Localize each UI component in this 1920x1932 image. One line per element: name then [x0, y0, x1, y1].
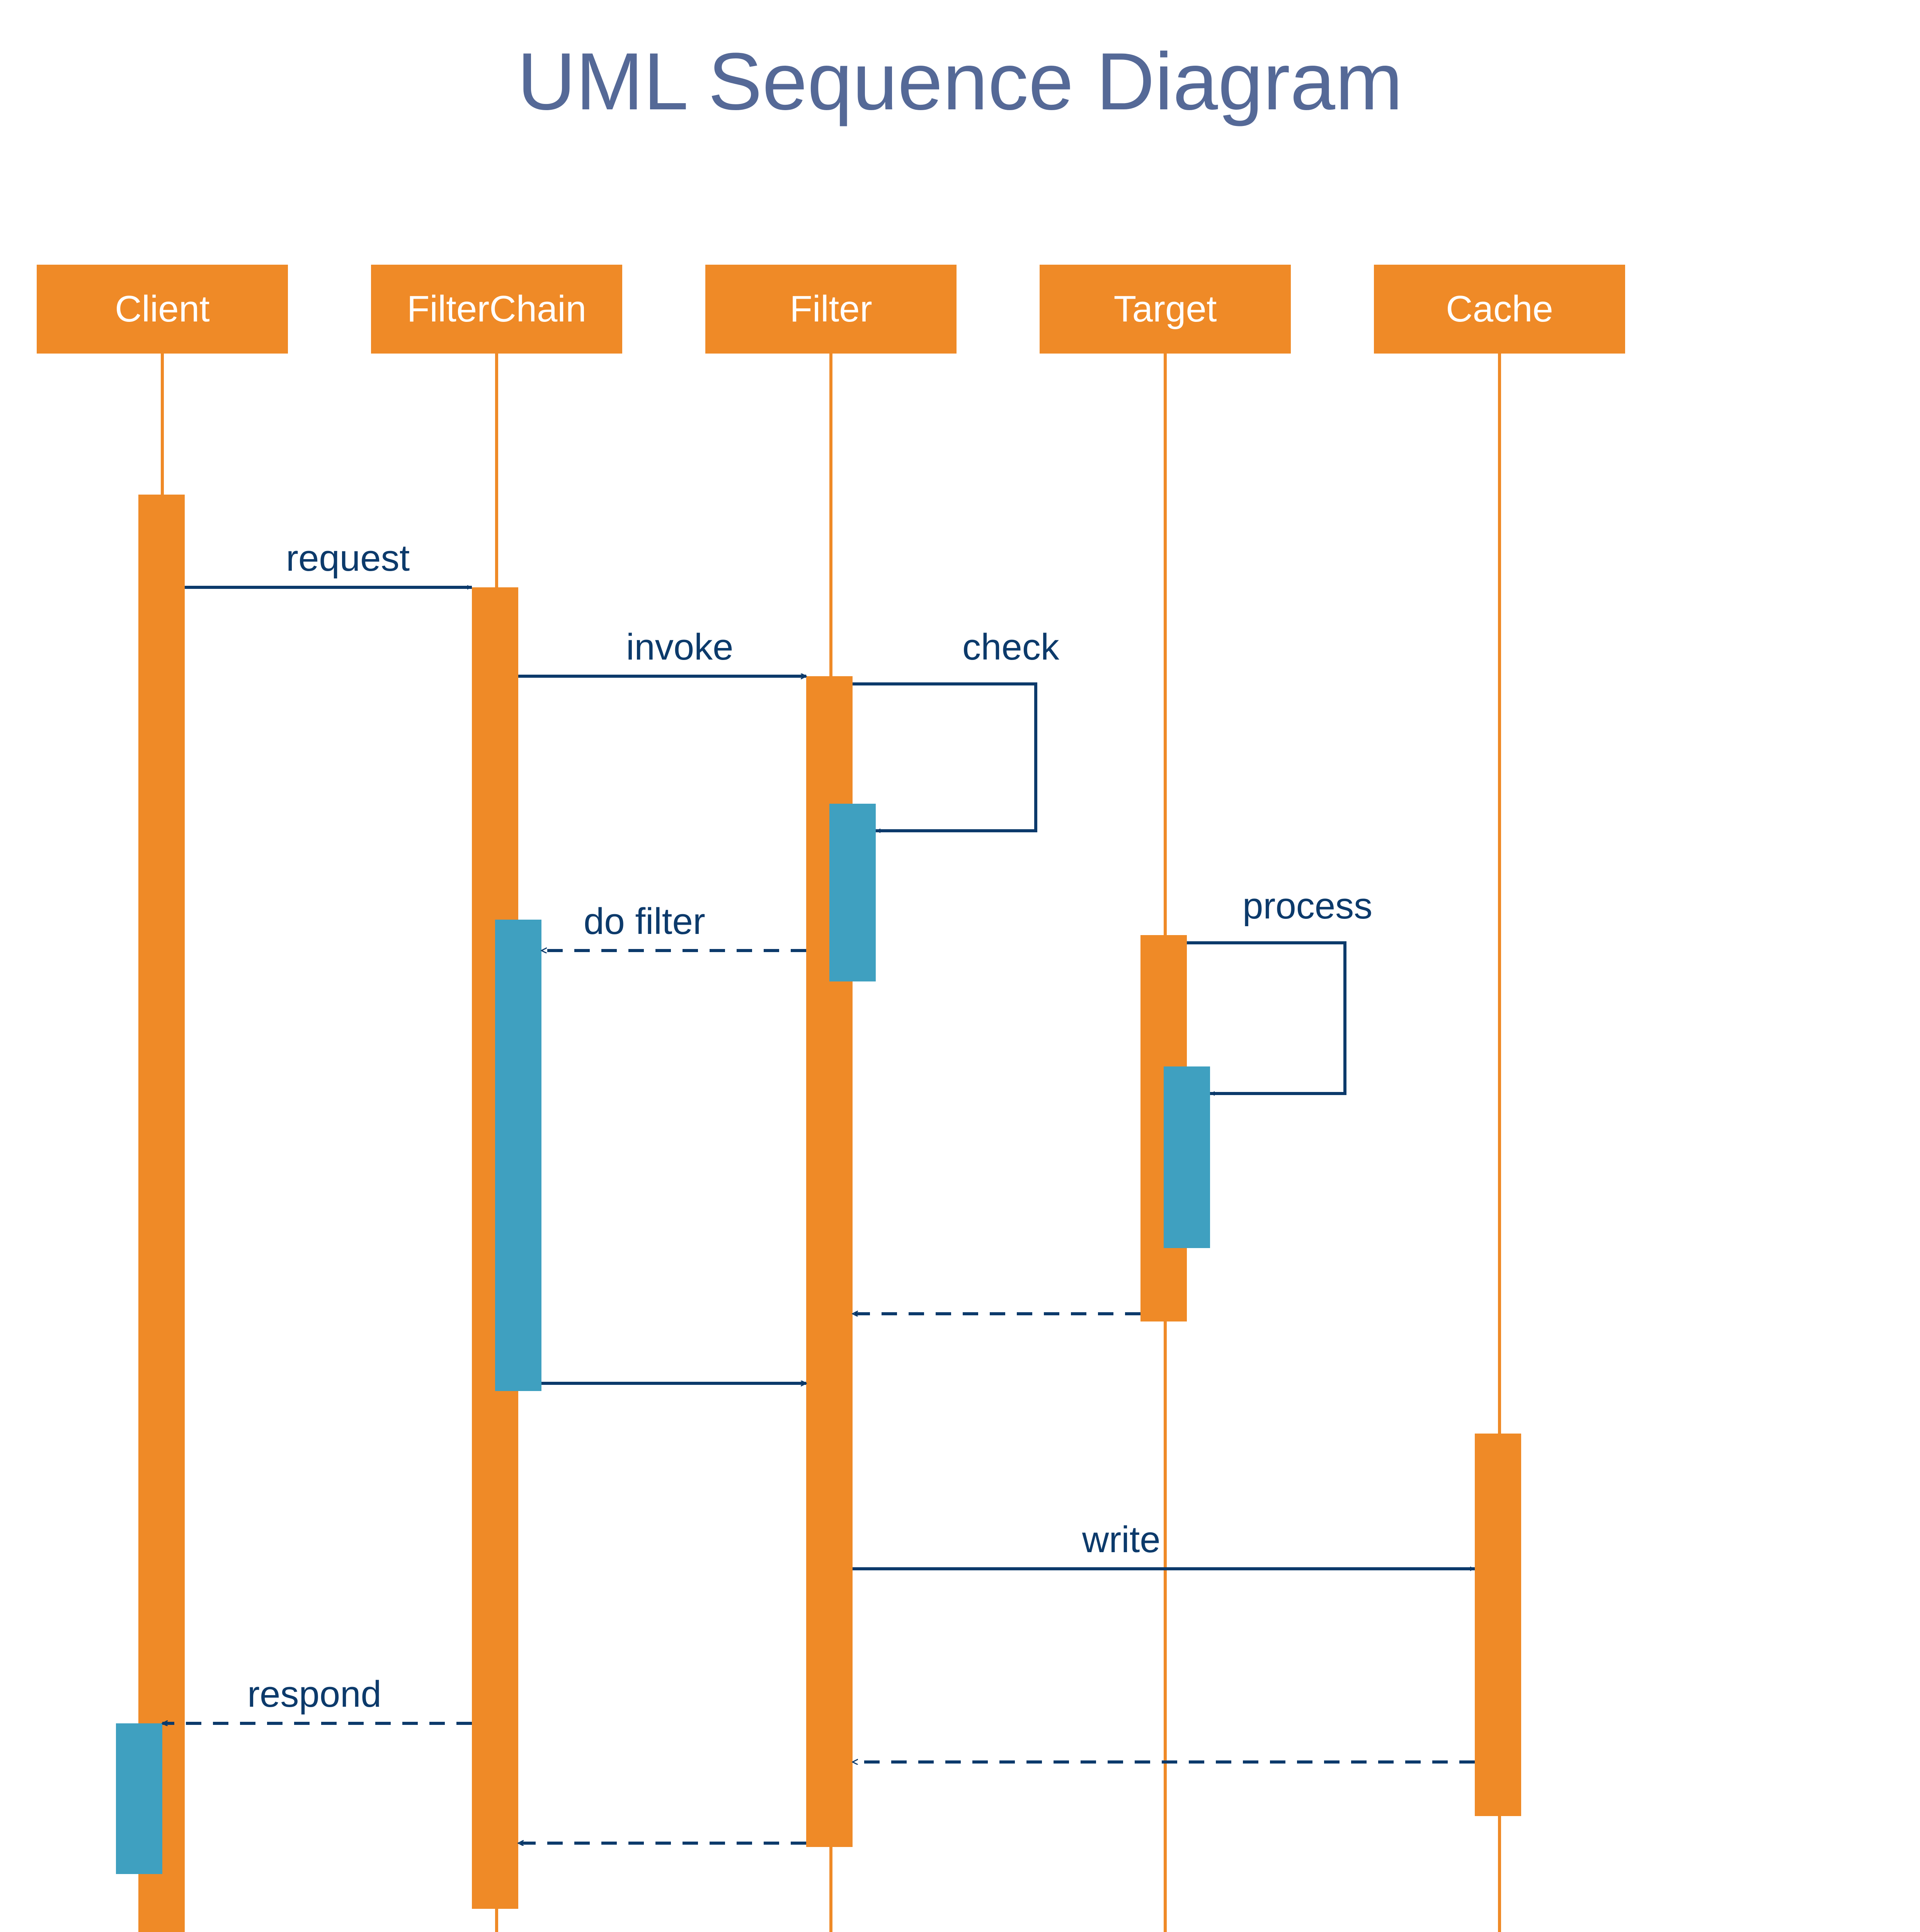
activation-target-process [1164, 1066, 1210, 1248]
msg-dofilter: do filter [584, 900, 705, 943]
lifeline-label: Cache [1446, 288, 1553, 330]
diagram-title: UML Sequence Diagram [517, 35, 1403, 128]
msg-check1: check [962, 626, 1059, 668]
activation-client-main [138, 495, 185, 1932]
msg-write: write [1082, 1519, 1161, 1561]
msg-respond: respond [247, 1673, 381, 1716]
activation-filterchain-dofilter [495, 920, 541, 1391]
lifeline-label: FilterChain [407, 288, 586, 330]
activation-filter-check1 [829, 804, 876, 981]
lifeline-label: Client [115, 288, 209, 330]
msg-invoke1: invoke [626, 626, 734, 668]
lifeline-head-target: Target [1040, 265, 1291, 354]
diagram-overlay [0, 0, 1920, 1932]
activation-client-respond [116, 1723, 162, 1874]
lifeline-head-client: Client [37, 265, 288, 354]
msg-request: request [286, 537, 410, 580]
lifeline-head-filter: Filter [705, 265, 957, 354]
msg-process: process [1243, 885, 1372, 927]
lifeline-label: Target [1114, 288, 1217, 330]
lifeline-head-cache: Cache [1374, 265, 1625, 354]
lifeline-label: Filter [790, 288, 872, 330]
activation-cache-1 [1475, 1434, 1521, 1816]
lifeline-head-filterchain: FilterChain [371, 265, 622, 354]
